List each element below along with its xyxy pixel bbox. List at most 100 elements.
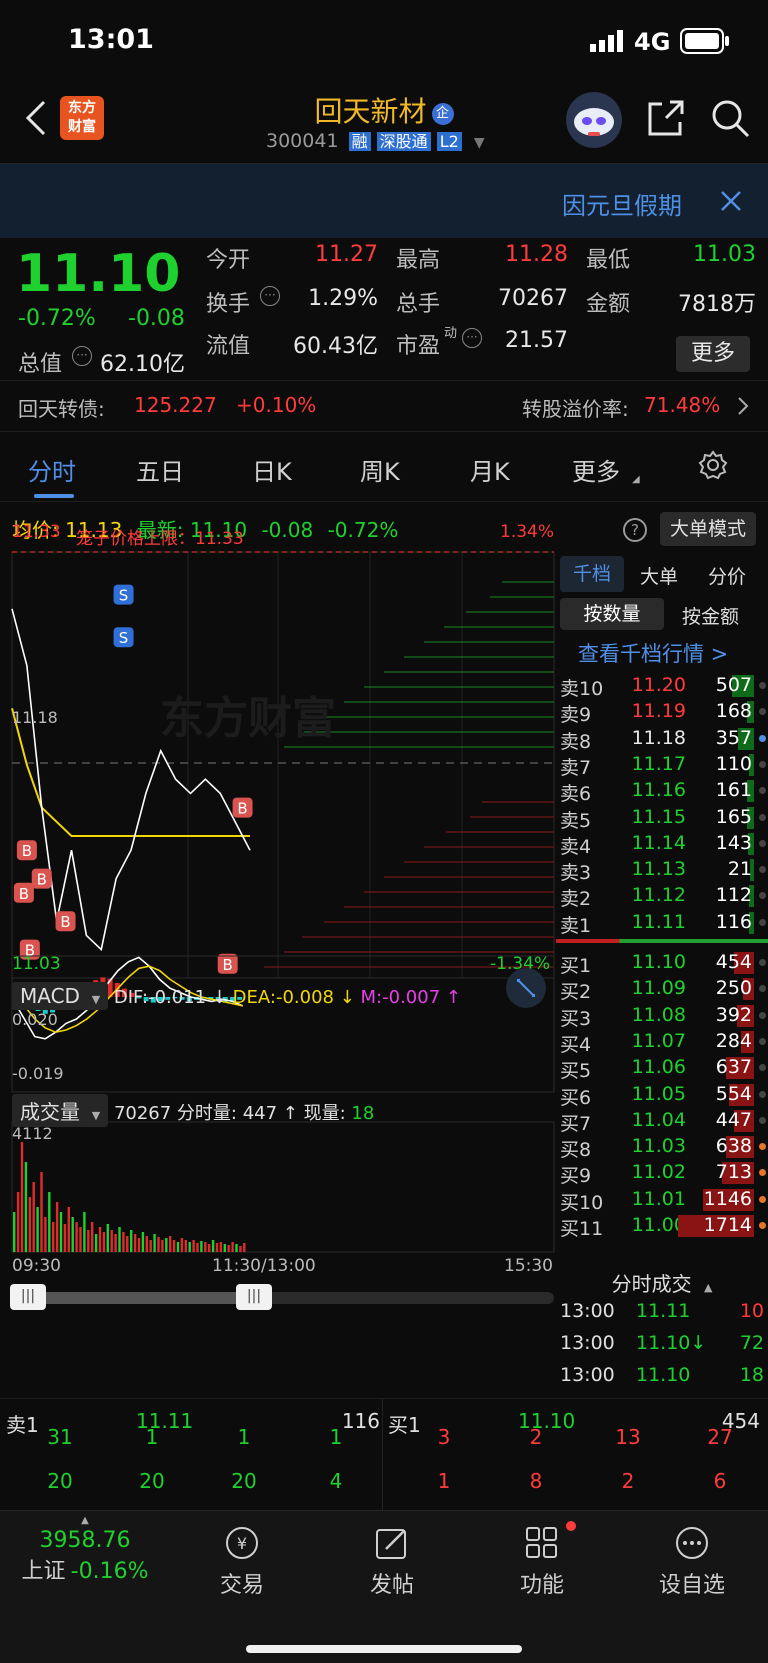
- volume-bar: [215, 1243, 219, 1252]
- more-button[interactable]: 更多: [676, 336, 750, 372]
- view-thousand-level-link[interactable]: 查看千档行情 >: [578, 638, 728, 668]
- ask-row[interactable]: 卖4 11.14 143: [556, 830, 768, 858]
- bid-row[interactable]: 买3 11.08 392: [556, 1002, 768, 1030]
- volume-bar: [59, 1212, 63, 1252]
- bid-row[interactable]: 买5 11.06 637: [556, 1054, 768, 1082]
- nav-trade[interactable]: ¥ 交易: [172, 1511, 312, 1599]
- level-dot: [759, 1116, 766, 1124]
- buy-marker[interactable]: B: [31, 868, 52, 889]
- edit-icon: [374, 1525, 410, 1561]
- time-axis-mid: 11:30/13:00: [212, 1256, 316, 1276]
- buy-marker[interactable]: B: [217, 953, 238, 974]
- level-label: 卖6: [560, 783, 592, 806]
- nav-functions[interactable]: 功能: [472, 1511, 612, 1599]
- nav-post[interactable]: 发帖: [322, 1511, 462, 1599]
- tab-more[interactable]: 更多: [572, 452, 620, 487]
- holiday-banner[interactable]: 因元旦假期: [0, 164, 768, 238]
- volume-bar: [180, 1238, 184, 1252]
- gear-icon[interactable]: [698, 450, 728, 484]
- macd-selector[interactable]: MACD ▼: [12, 982, 109, 1010]
- level-label: 买3: [560, 1007, 592, 1030]
- chevron-down-icon: ▼: [91, 993, 101, 1006]
- bid-row[interactable]: 买11 11.00 1714: [556, 1212, 768, 1240]
- level-volume: 143: [715, 831, 752, 854]
- share-icon[interactable]: [646, 98, 686, 142]
- bid-row[interactable]: 买7 11.04 447: [556, 1107, 768, 1135]
- level-price: 11.13: [631, 858, 686, 881]
- level-label: 卖10: [560, 678, 604, 700]
- volume-bar: [169, 1236, 172, 1252]
- caret-up-icon: ▲: [703, 1281, 713, 1294]
- dropdown-icon[interactable]: ▼: [474, 135, 485, 151]
- range-slider-track[interactable]: [12, 1292, 554, 1304]
- range-handle-left[interactable]: |||: [10, 1284, 46, 1310]
- bid-row[interactable]: 买1 11.10 454: [556, 949, 768, 977]
- ask-row[interactable]: 卖3 11.13 21: [556, 856, 768, 884]
- float-value-label: 流值: [206, 334, 251, 359]
- buy-marker[interactable]: B: [232, 797, 253, 818]
- level-label: 卖1: [560, 914, 592, 937]
- tab-intraday[interactable]: 分时: [28, 452, 76, 487]
- queue-order-volume: 1: [437, 1469, 451, 1493]
- intraday-chart-area[interactable]: SSBBBBBBB 11.33 笼子价格上限：11.33 1.34% 11.18…: [0, 502, 556, 1387]
- tab-daily-k[interactable]: 日K: [252, 452, 292, 487]
- ask-row[interactable]: 卖9 11.19 168: [556, 698, 768, 726]
- robot-avatar-icon[interactable]: [566, 92, 622, 148]
- banner-text: 因元旦假期: [562, 192, 682, 220]
- tab-monthly-k[interactable]: 月K: [470, 452, 510, 487]
- volume-bar: [137, 1238, 141, 1252]
- buy-marker[interactable]: B: [13, 882, 34, 903]
- expand-icon[interactable]: [506, 968, 546, 1008]
- buy-marker[interactable]: B: [55, 911, 76, 932]
- ask-row[interactable]: 卖8 11.18 357: [556, 725, 768, 753]
- sell-marker[interactable]: S: [113, 584, 134, 605]
- tab-price-distribution[interactable]: 分价: [708, 562, 746, 589]
- subtab-by-amount[interactable]: 按金额: [682, 602, 739, 629]
- level-label: 卖2: [560, 888, 592, 911]
- tab-weekly-k[interactable]: 周K: [360, 452, 400, 487]
- volume-bar: [16, 1192, 20, 1252]
- buy-marker[interactable]: B: [16, 840, 37, 861]
- subtab-by-quantity[interactable]: 按数量: [560, 598, 664, 630]
- svg-text:S: S: [119, 587, 129, 605]
- level-label: 买9: [560, 1165, 592, 1188]
- range-handle-right[interactable]: |||: [236, 1284, 272, 1310]
- sell-marker[interactable]: S: [113, 627, 134, 648]
- level-price: 11.16: [631, 779, 686, 802]
- volume-bar: [87, 1230, 90, 1252]
- bid-row[interactable]: 买10 11.01 1146: [556, 1186, 768, 1214]
- ask-row[interactable]: 卖6 11.16 161: [556, 777, 768, 805]
- level-dot: [759, 682, 766, 689]
- bid-row[interactable]: 买9 11.02 713: [556, 1159, 768, 1187]
- ask-row[interactable]: 卖5 11.15 165: [556, 804, 768, 832]
- tab-five-day[interactable]: 五日: [136, 452, 184, 487]
- ask-row[interactable]: 卖1 11.11 116: [556, 909, 768, 937]
- big-order-mode-button[interactable]: 大单模式: [660, 512, 756, 546]
- cb-change: +0.10%: [236, 393, 317, 417]
- more-circle-icon: [674, 1525, 710, 1561]
- volume-bar: [122, 1232, 125, 1252]
- level-price: 11.20: [631, 674, 686, 696]
- queue-order-volume: 3: [437, 1425, 451, 1449]
- volume-selector[interactable]: 成交量 ▼: [12, 1094, 109, 1127]
- ask-row[interactable]: 卖7 11.17 110: [556, 751, 768, 779]
- bid-row[interactable]: 买4 11.07 284: [556, 1028, 768, 1056]
- help-icon[interactable]: ?: [623, 518, 647, 542]
- tab-thousand-level[interactable]: 千档: [560, 556, 624, 592]
- convertible-bond-row[interactable]: 回天转债: 125.227 +0.10% 转股溢价率: 71.48%: [0, 380, 768, 432]
- level-dot: [759, 959, 766, 966]
- ask-row[interactable]: 卖2 11.12 112: [556, 882, 768, 910]
- level-dot: [759, 813, 766, 821]
- ask-row[interactable]: 卖10 11.20 507: [556, 672, 768, 700]
- nav-add-watchlist[interactable]: 设自选: [622, 1511, 762, 1599]
- info-icon[interactable]: ···: [72, 346, 92, 366]
- bid-row[interactable]: 买8 11.03 638: [556, 1133, 768, 1161]
- tab-big-order[interactable]: 大单: [640, 562, 678, 589]
- bid-row[interactable]: 买2 11.09 250: [556, 975, 768, 1003]
- close-icon[interactable]: [718, 188, 744, 218]
- nav-index[interactable]: ▲ 3958.76 上证 -0.16%: [10, 1511, 160, 1585]
- pe-label: 市盈: [396, 334, 441, 359]
- bid-row[interactable]: 买6 11.05 554: [556, 1081, 768, 1109]
- search-icon[interactable]: [710, 98, 750, 142]
- level-volume: 250: [715, 977, 752, 1000]
